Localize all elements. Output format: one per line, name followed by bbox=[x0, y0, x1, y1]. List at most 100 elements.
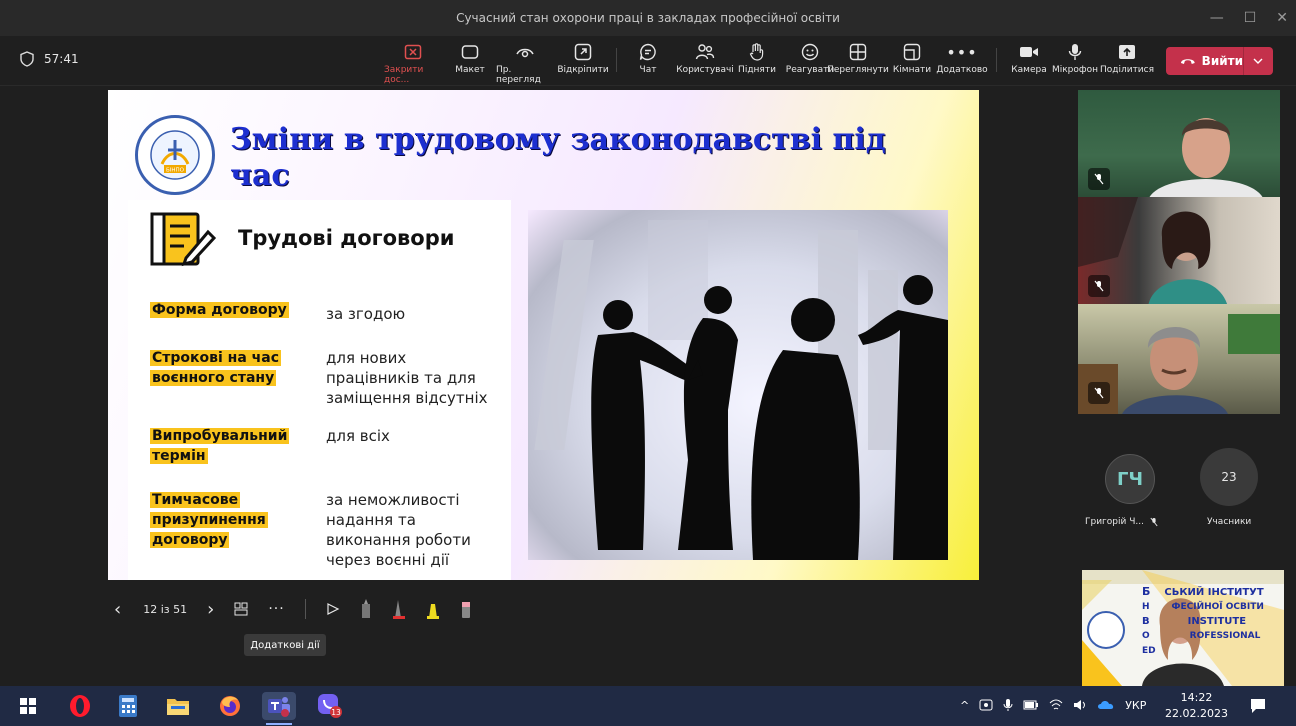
teams-app[interactable] bbox=[262, 692, 296, 720]
microphone-icon bbox=[1068, 44, 1082, 60]
teams-icon bbox=[268, 697, 290, 717]
view-button[interactable]: Переглянути bbox=[827, 42, 889, 75]
notification-icon bbox=[1251, 699, 1265, 713]
next-slide-button[interactable]: › bbox=[207, 599, 214, 620]
row-value-probation: для всіх bbox=[326, 427, 390, 445]
clock-time: 14:22 bbox=[1180, 691, 1213, 704]
slides-grid-icon[interactable] bbox=[234, 602, 248, 616]
battery-icon[interactable] bbox=[1023, 700, 1039, 710]
row-label-form: Форма договору bbox=[150, 302, 289, 318]
hand-icon bbox=[749, 43, 764, 61]
volume-icon[interactable] bbox=[1073, 699, 1087, 711]
red-pen-icon[interactable] bbox=[392, 598, 406, 620]
meet-now-icon[interactable] bbox=[979, 698, 993, 712]
mic-off-icon bbox=[1088, 382, 1110, 404]
participant-tile-2[interactable] bbox=[1078, 197, 1280, 307]
layout-button[interactable]: Макет bbox=[441, 42, 499, 75]
leave-options-button[interactable] bbox=[1244, 47, 1272, 75]
previous-slide-button[interactable]: ‹ bbox=[112, 599, 123, 620]
mic-off-icon bbox=[1150, 517, 1158, 527]
language-indicator[interactable]: УКР bbox=[1125, 699, 1146, 712]
raise-hand-button[interactable]: Підняти bbox=[728, 42, 786, 75]
people-button[interactable]: Користувачі bbox=[676, 42, 734, 75]
participant-tile-3[interactable] bbox=[1078, 304, 1280, 414]
business-silhouettes-image bbox=[528, 210, 948, 560]
calculator-icon bbox=[119, 695, 137, 717]
smile-icon bbox=[801, 43, 819, 61]
meeting-toolbar: 57:41 Закрити дос... Макет Пр. перегляд … bbox=[0, 36, 1296, 86]
viber-badge: 13 bbox=[331, 708, 341, 717]
mic-off-icon bbox=[1088, 168, 1110, 190]
highlighter-icon[interactable] bbox=[426, 598, 440, 620]
maximize-icon[interactable]: ☐ bbox=[1244, 10, 1257, 26]
more-button[interactable]: ••• Додатково bbox=[933, 42, 991, 76]
windows-icon bbox=[20, 698, 36, 714]
presenter-video-tile[interactable]: Б СЬКИЙ ІНСТИТУТ Н ФЕСІЙНОЇ ОСВІТИ В INSTIT… bbox=[1082, 570, 1284, 686]
firefox-app[interactable] bbox=[216, 692, 244, 720]
share-button[interactable]: Поділитися bbox=[1098, 42, 1156, 75]
tray-mic-icon[interactable] bbox=[1003, 698, 1013, 712]
folder-icon bbox=[167, 699, 189, 715]
file-explorer-app[interactable] bbox=[164, 692, 192, 720]
participant-avatar-gc[interactable]: ГЧ bbox=[1105, 454, 1155, 504]
participant-tile-1[interactable] bbox=[1078, 90, 1280, 200]
more-icon: ••• bbox=[946, 42, 978, 62]
participant-name-gc: Григорій Ч... bbox=[1085, 517, 1158, 527]
title-bar: Сучасний стан охорони праці в закладах п… bbox=[0, 0, 1296, 36]
chevron-down-icon bbox=[1253, 58, 1263, 64]
grid-icon bbox=[849, 43, 867, 61]
presenter-view-button[interactable]: Пр. перегляд bbox=[496, 42, 554, 85]
eye-icon bbox=[516, 48, 534, 58]
row-value-fixed-term: для нових працівників та для заміщення в… bbox=[326, 349, 488, 407]
eraser-icon[interactable] bbox=[460, 598, 472, 620]
close-icon[interactable]: ✕ bbox=[1276, 10, 1288, 26]
popout-button[interactable]: Відкріпити bbox=[554, 42, 612, 75]
more-actions-tooltip: Додаткові дії bbox=[244, 634, 326, 656]
black-pen-icon[interactable] bbox=[360, 598, 372, 620]
viber-app[interactable]: 13 bbox=[316, 692, 344, 720]
mic-off-icon bbox=[1088, 275, 1110, 297]
shield-icon bbox=[20, 51, 34, 67]
card-title: Трудові договори bbox=[238, 226, 455, 250]
opera-app[interactable] bbox=[66, 692, 94, 720]
clock[interactable]: 14:22 22.02.2023 bbox=[1165, 690, 1228, 722]
document-pen-icon bbox=[150, 212, 217, 267]
preview-text: Б СЬКИЙ ІНСТИТУТ Н ФЕСІЙНОЇ ОСВІТИ В INSTIT… bbox=[1142, 585, 1264, 656]
layout-icon bbox=[461, 45, 479, 59]
logo-text: БІНПО bbox=[166, 168, 185, 174]
chat-icon bbox=[639, 43, 656, 61]
onedrive-icon[interactable] bbox=[1097, 700, 1115, 710]
windows-taskbar: 13 ^ УКР 14:22 22.02.2023 bbox=[0, 686, 1296, 726]
microphone-button[interactable]: Мікрофон bbox=[1046, 42, 1104, 75]
camera-icon bbox=[1020, 47, 1038, 57]
calculator-app[interactable] bbox=[114, 692, 142, 720]
minimize-icon[interactable]: — bbox=[1210, 10, 1224, 26]
slide-counter: 12 із 51 bbox=[143, 602, 188, 616]
row-value-suspension: за неможливості надання та виконання роб… bbox=[326, 491, 471, 569]
notifications-button[interactable] bbox=[1244, 692, 1272, 720]
row-label-fixed-term: Строкові на час воєнного стану bbox=[150, 350, 282, 386]
firefox-icon bbox=[220, 696, 240, 716]
popout-icon bbox=[574, 43, 592, 61]
opera-icon bbox=[70, 695, 90, 717]
share-icon bbox=[1119, 45, 1135, 59]
start-button[interactable] bbox=[14, 692, 42, 720]
viber-icon: 13 bbox=[318, 694, 342, 718]
presentation-slide: БІНПО Зміни в трудовому законодавстві пі… bbox=[108, 90, 979, 580]
leave-button[interactable]: Вийти bbox=[1166, 47, 1273, 75]
system-tray: ^ УКР bbox=[960, 698, 1146, 712]
participants-count-button[interactable]: 23 bbox=[1200, 448, 1258, 506]
contracts-card: Трудові договори Форма договору за згодо… bbox=[128, 200, 511, 580]
row-value-form: за згодою bbox=[326, 305, 406, 323]
wifi-icon[interactable] bbox=[1049, 699, 1063, 711]
stop-share-button[interactable]: Закрити дос... bbox=[384, 42, 442, 85]
chat-button[interactable]: Чат bbox=[619, 42, 677, 75]
pointer-icon[interactable] bbox=[326, 602, 340, 616]
chevron-up-icon[interactable]: ^ bbox=[960, 699, 969, 712]
stop-share-icon bbox=[404, 44, 422, 60]
elapsed-time: 57:41 bbox=[44, 52, 79, 66]
people-icon bbox=[695, 44, 715, 60]
clock-date: 22.02.2023 bbox=[1165, 707, 1228, 720]
more-actions-button[interactable]: ··· bbox=[268, 601, 284, 617]
row-label-probation: Випробувальний термін bbox=[150, 428, 290, 464]
